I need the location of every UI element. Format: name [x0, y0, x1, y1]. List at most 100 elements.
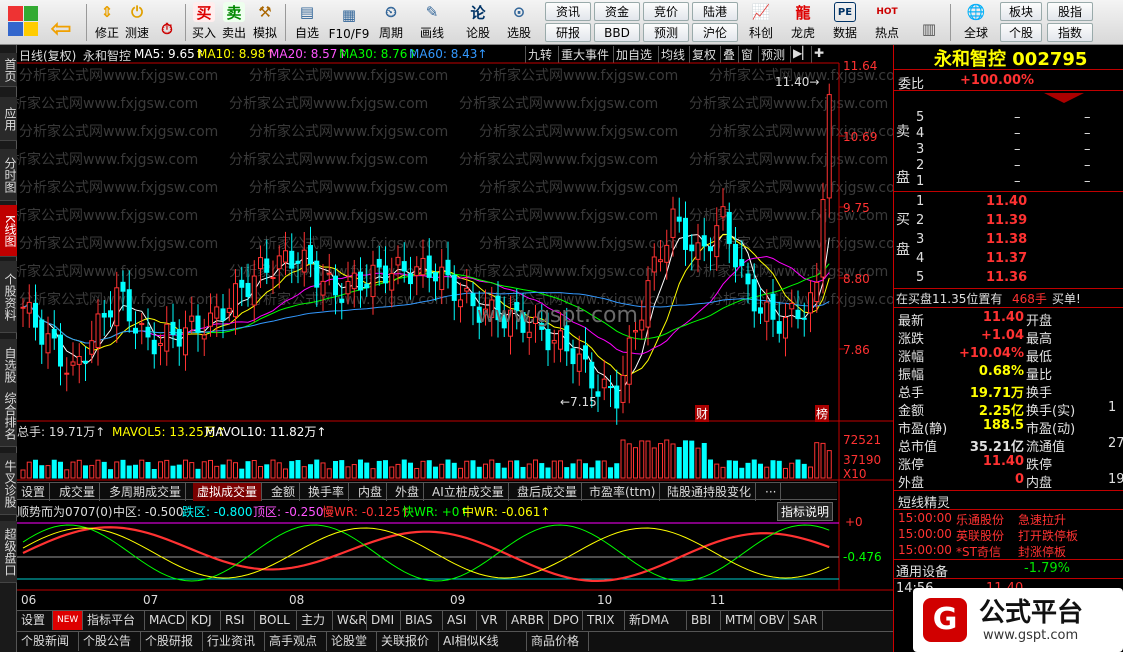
sub-tab-hk-holdings[interactable]: 陆股通持股变化 [663, 483, 757, 501]
tab-ranking[interactable]: 综合排名 [0, 385, 17, 447]
bottom-info-tab[interactable]: 个股研报 [141, 632, 203, 651]
tab-kline[interactable]: K线图 [0, 205, 17, 257]
bottom-indicator-tab[interactable]: 新DMA [625, 611, 687, 630]
bottom-info-tab[interactable]: 个股新闻 [17, 632, 79, 651]
sub-tab-multi-period[interactable]: 多周期成交量 [105, 483, 187, 501]
bottom-indicator-tab[interactable]: W&R [333, 611, 367, 630]
bottom-info-tab[interactable]: 关联报价 [377, 632, 439, 651]
sub-tab-more[interactable]: ··· [761, 483, 782, 501]
forum-button[interactable]: 论 论股 [461, 2, 495, 43]
bottom-indicator-tab[interactable]: MACD [145, 611, 187, 630]
sub-tab-turnover[interactable]: 换手率 [304, 483, 350, 501]
sub-tab-ai-volume[interactable]: AI立桩成交量 [428, 483, 509, 501]
tab-home[interactable]: 首页 [0, 53, 17, 87]
bottom-indicator-tab[interactable]: ARBR [507, 611, 549, 630]
bottom-indicator-tab[interactable]: DPO [549, 611, 583, 630]
bottom-indicator-tab[interactable]: 主力 [297, 611, 333, 630]
new-badge[interactable]: NEW [53, 611, 83, 630]
tab-apps[interactable]: 应用 [0, 97, 17, 141]
bottom-indicator-tab[interactable]: DMI [367, 611, 401, 630]
buy-level-row[interactable]: 4 11.37 [894, 250, 1123, 268]
bottom-info-tab[interactable]: 论股堂 [327, 632, 377, 651]
draw-line-button[interactable]: ✎ 画线 [415, 2, 449, 43]
kline-chart-area[interactable]: 日线(复权) 永和智控 MA5: 9.65↑ MA10: 8.98↑ MA20:… [17, 45, 893, 610]
bottom-info-tab[interactable]: 行业资讯 [203, 632, 265, 651]
bottom-indicator-tab[interactable]: ASI [443, 611, 477, 630]
period-button[interactable]: ⏲ 周期 [374, 2, 408, 43]
sub-tab-outer[interactable]: 外盘 [391, 483, 425, 501]
research-button[interactable]: 研报 [545, 23, 591, 42]
dragon-tiger-button[interactable]: 龍 龙虎 [786, 2, 820, 43]
bottom-info-tab[interactable]: 个股公告 [79, 632, 141, 651]
more-button[interactable]: ▥ [912, 2, 946, 43]
forecast-button[interactable]: 预测 [643, 23, 689, 42]
sell-level-row[interactable]: 1 – – [894, 173, 1123, 191]
bottom-indicator-tab[interactable]: 指标平台 [83, 611, 145, 630]
watchlist-button[interactable]: ▤ 自选 [290, 2, 324, 43]
collapse-icon[interactable] [1044, 93, 1084, 103]
tab-super-panel[interactable]: 超级盘口 [0, 521, 17, 583]
bottom-info-tab[interactable]: AI相似K线 [439, 632, 527, 651]
tab-watchlist[interactable]: 自选股 [0, 339, 17, 391]
simulate-button[interactable]: ⚒ 模拟 [250, 2, 280, 43]
hotspot-button[interactable]: HOT 热点 [870, 2, 904, 43]
sub-tab-inner[interactable]: 内盘 [354, 483, 388, 501]
toolbar-btn-clock[interactable]: ⏱ [152, 2, 182, 43]
back-button[interactable]: ⇦ [50, 2, 72, 44]
bottom-indicator-tab[interactable]: 设置 [17, 611, 53, 630]
toolbar-btn-fix[interactable]: ⇕ 修正 [92, 2, 122, 43]
buy-level-row[interactable]: 1 11.40 [894, 193, 1123, 211]
tab-intraday[interactable]: 分时图 [0, 149, 17, 201]
sub-tab-after-hours[interactable]: 盘后成交量 [513, 483, 583, 501]
volume-bar [164, 459, 170, 479]
finance-marker[interactable]: 财 [695, 405, 710, 422]
bottom-indicator-tab[interactable]: BBI [687, 611, 721, 630]
star-market-button[interactable]: 📈 科创 [744, 2, 778, 43]
hk-connect-button[interactable]: 陆港 [692, 2, 738, 21]
candle-body [383, 265, 388, 284]
watermark-text: 分析家公式网www.fxjgsw.com [19, 235, 218, 252]
tab-stock-info[interactable]: 个股资料 [0, 261, 17, 333]
bottom-indicator-tab[interactable]: BOLL [255, 611, 297, 630]
sub-tab-settings[interactable]: 设置 [17, 483, 51, 501]
bottom-indicator-tab[interactable]: OBV [755, 611, 789, 630]
bottom-indicator-tab[interactable]: RSI [221, 611, 255, 630]
sub-tab-amount[interactable]: 金额 [267, 483, 301, 501]
bottom-info-tab[interactable]: 商品价格 [527, 632, 589, 651]
toolbar-btn-speedtest[interactable]: ⏻ 测速 [122, 2, 152, 43]
single-stock-button[interactable]: 个股 [1000, 23, 1042, 42]
tab-diagnosis[interactable]: 牛叉诊股 [0, 453, 17, 515]
data-button[interactable]: PE 数据 [828, 2, 862, 43]
sub-tab-pe-ttm[interactable]: 市盈率(ttm) [585, 483, 661, 501]
volume-bar [514, 460, 520, 479]
futures-button[interactable]: 股指 [1047, 2, 1093, 21]
bidding-button[interactable]: 竞价 [643, 2, 689, 21]
global-button[interactable]: 🌐 全球 [956, 2, 996, 43]
sector-button[interactable]: 板块 [1000, 2, 1042, 21]
bbd-button[interactable]: BBD [594, 23, 640, 42]
stock-select-button[interactable]: ⊙ 选股 [502, 2, 536, 43]
sub-tab-volume[interactable]: 成交量 [55, 483, 101, 501]
bottom-indicator-tab[interactable]: SAR [789, 611, 823, 630]
sell-button[interactable]: 卖 卖出 [219, 2, 249, 43]
bottom-indicator-tab[interactable]: TRIX [583, 611, 625, 630]
index-button[interactable]: 指数 [1047, 23, 1093, 42]
bottom-indicator-tab[interactable]: MTM [721, 611, 755, 630]
kline-chart[interactable]: 分析家公式网www.fxjgsw.com 分析家公式网www.fxjgsw.com… [17, 45, 893, 610]
bottom-indicator-tab[interactable]: BIAS [401, 611, 443, 630]
bottom-info-tab[interactable]: 高手观点 [265, 632, 327, 651]
sub-tab-virtual-volume[interactable]: 虚拟成交量 [193, 483, 263, 501]
short-line-item[interactable]: 15:00:00 *ST奇信 封涨停板 [894, 542, 1123, 560]
buy-level-row[interactable]: 5 11.36 [894, 269, 1123, 287]
indicator-help-button[interactable]: 指标说明 [777, 502, 834, 521]
bottom-indicator-tab[interactable]: VR [477, 611, 507, 630]
news-button[interactable]: 资讯 [545, 2, 591, 21]
f10-button[interactable]: ▦ F10/F9 [326, 2, 372, 43]
shlon-button[interactable]: 沪伦 [692, 23, 738, 42]
bottom-indicator-tab[interactable]: KDJ [187, 611, 221, 630]
buy-level-row[interactable]: 2 11.39 [894, 212, 1123, 230]
rank-marker[interactable]: 榜 [815, 405, 830, 422]
fund-button[interactable]: 资金 [594, 2, 640, 21]
buy-level-row[interactable]: 3 11.38 [894, 231, 1123, 249]
buy-button[interactable]: 买 买入 [189, 2, 219, 43]
